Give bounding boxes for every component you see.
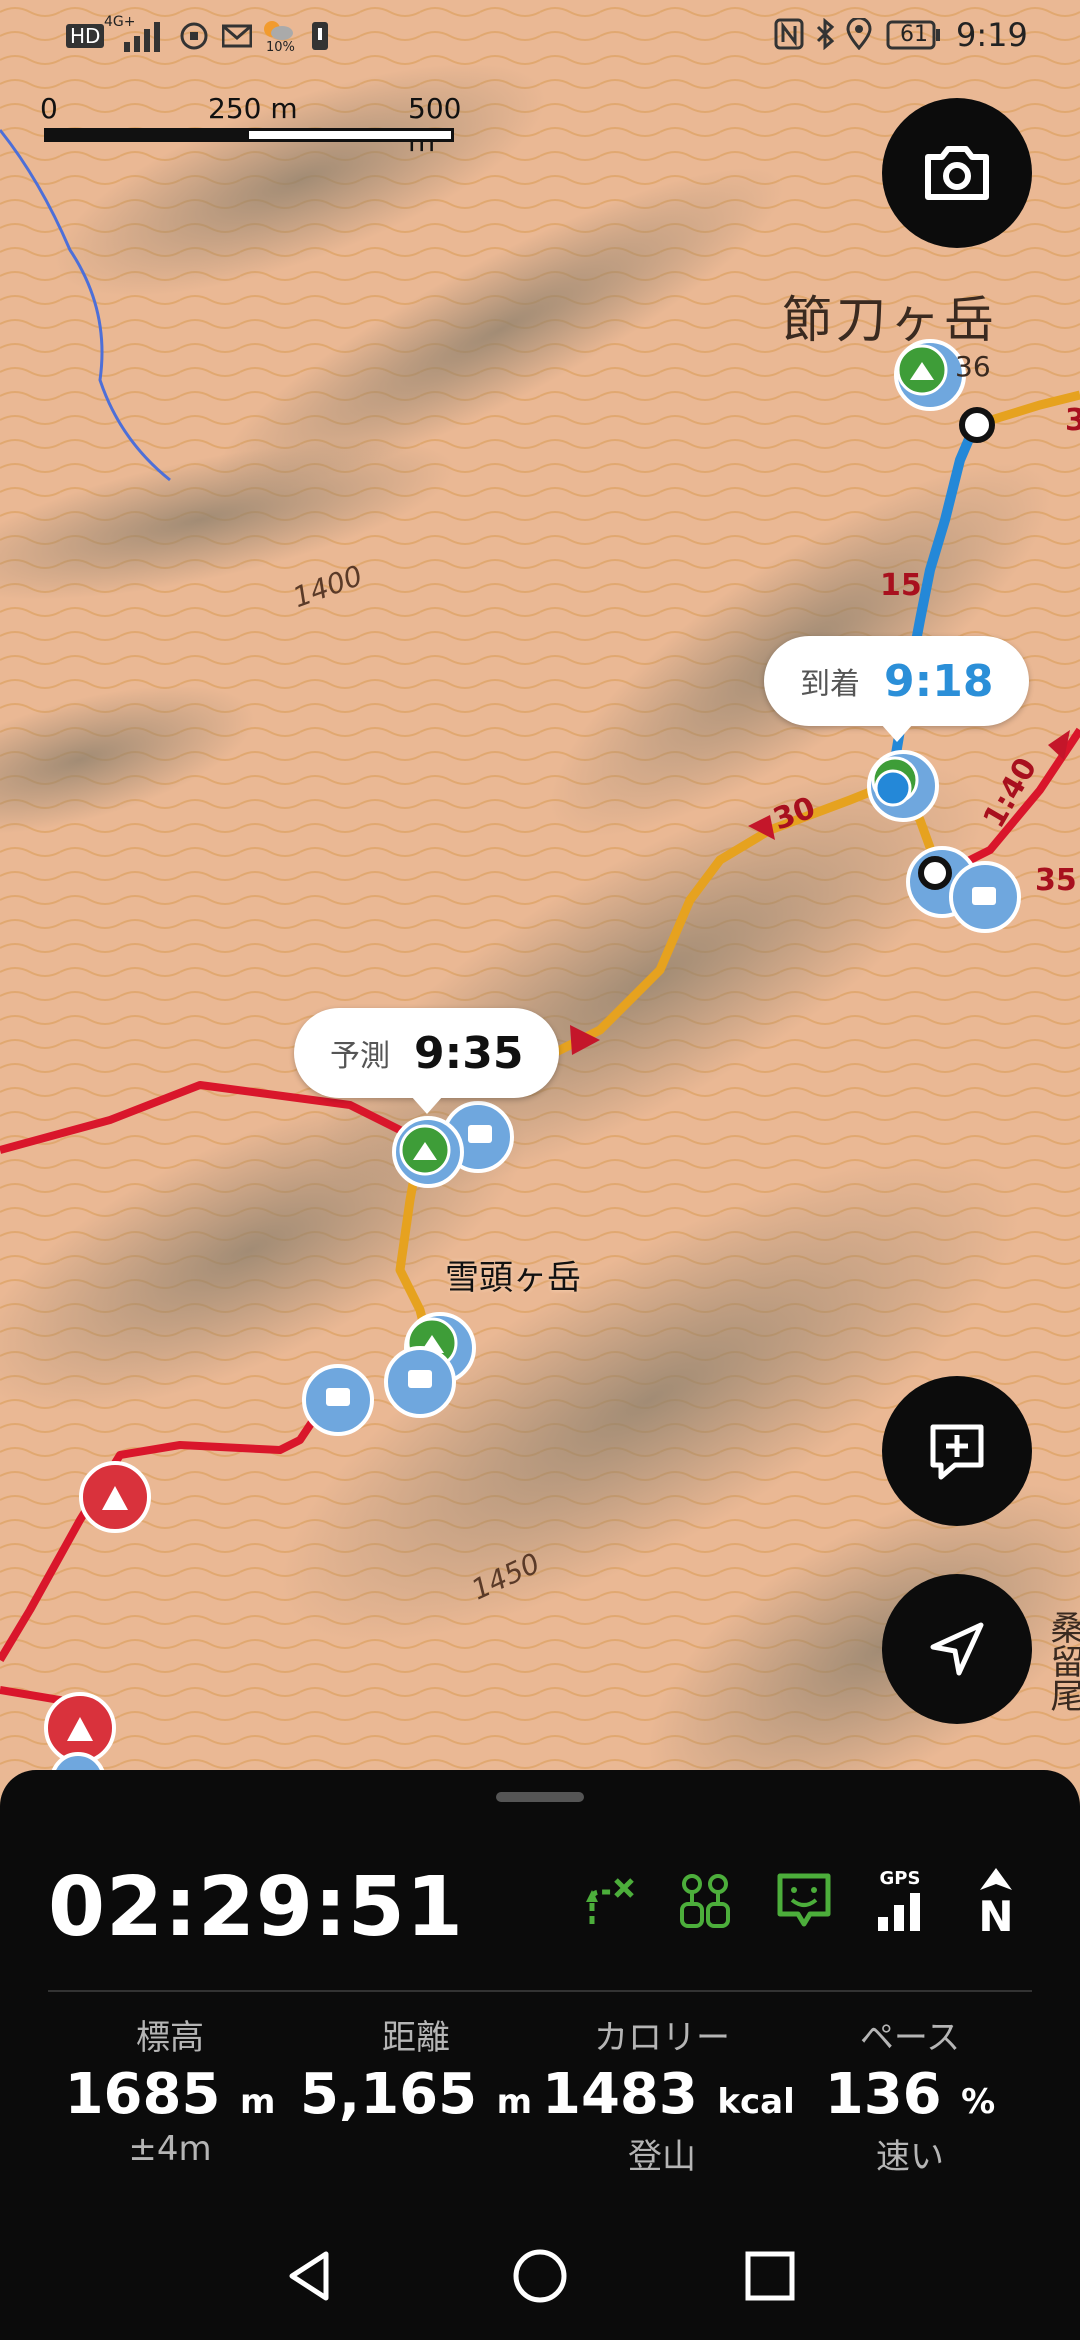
stat-sub — [296, 2129, 536, 2173]
stat-sub: 登山 — [628, 2137, 696, 2177]
stat-label: 標高 — [136, 2018, 204, 2058]
hd-badge: HD — [66, 24, 105, 48]
route-icon[interactable] — [582, 1870, 642, 1934]
panel-divider — [48, 1990, 1032, 1992]
status-bar: HD 4G+ 10% 61 9:19 — [0, 0, 1080, 70]
drag-handle[interactable] — [496, 1792, 584, 1802]
current-location-dot — [874, 769, 912, 807]
arrival-time: 9:18 — [884, 655, 994, 707]
camera-button[interactable] — [882, 98, 1032, 248]
stat-label: ペース — [859, 2018, 961, 2058]
peak-name-north: 節刀ヶ岳 — [782, 291, 998, 349]
stat-number: 1685 — [64, 2062, 221, 2127]
stat-sub: ±4m — [128, 2129, 212, 2169]
arrival-label: 到着 — [800, 667, 860, 702]
arrival-callout[interactable]: 到着 9:18 — [764, 636, 1030, 742]
weather-percent: 10% — [266, 40, 295, 55]
stat-label: カロリー — [594, 2018, 730, 2058]
home-button[interactable] — [510, 2246, 570, 2310]
stat-distance: 距離 5,165 m — [296, 2010, 536, 2173]
stat-number: 136 — [824, 2062, 942, 2127]
stat-unit: % — [961, 2082, 996, 2122]
scale-label-250: 250 m — [208, 92, 298, 125]
trail-time: 15 — [880, 568, 922, 603]
stat-calories: カロリー 1483 kcal 登山 — [542, 2010, 795, 2177]
stat-pace: ペース 136 % 速い — [790, 2010, 1030, 2177]
recents-square-icon — [745, 2251, 795, 2301]
forecast-callout[interactable]: 予測 9:35 — [294, 1008, 560, 1114]
add-comment-icon — [930, 1424, 984, 1480]
nfc-icon — [774, 18, 804, 58]
add-comment-button[interactable] — [882, 1376, 1032, 1526]
signal-icon — [124, 20, 170, 60]
scale-label-500: 500 m — [408, 92, 462, 158]
side-place-label: 桑留尾 — [1044, 1610, 1080, 1712]
trail-time: 35 — [1035, 863, 1077, 898]
forecast-label: 予測 — [330, 1039, 390, 1074]
wifi-calling-icon — [178, 20, 210, 60]
stat-number: 1483 — [542, 2062, 698, 2127]
waypoint-pins-icon[interactable] — [676, 1870, 736, 1934]
scale-label-0: 0 — [40, 92, 58, 125]
stat-label: 距離 — [382, 2018, 450, 2058]
location-icon — [846, 16, 872, 58]
peak-label-sekitougatake: 雪頭ヶ岳 — [445, 1258, 581, 1298]
scale-bar — [44, 128, 454, 142]
bluetooth-icon — [814, 17, 836, 58]
phone-icon — [310, 20, 330, 60]
trail-junction — [959, 407, 995, 443]
stat-value: 5,165 m — [296, 2062, 536, 2127]
back-triangle-icon — [289, 2251, 329, 2301]
forecast-time: 9:35 — [414, 1027, 524, 1079]
battery-level: 61 — [900, 22, 928, 47]
stat-sub: 速い — [876, 2137, 944, 2177]
stat-value: 136 % — [790, 2062, 1030, 2127]
gps-label: GPS — [879, 1868, 921, 1889]
map-scale-bar: 0 250 m 500 m — [40, 92, 461, 158]
stat-unit: m — [496, 2082, 533, 2122]
navigate-button[interactable] — [882, 1574, 1032, 1724]
recents-button[interactable] — [740, 2246, 800, 2310]
summit-elevation: 36 — [955, 350, 991, 383]
stat-unit: kcal — [717, 2082, 795, 2122]
stat-unit: m — [239, 2082, 276, 2122]
north-label: N — [978, 1892, 1014, 1941]
stat-number: 5,165 — [299, 2062, 478, 2127]
trail-time: 3 — [1065, 403, 1080, 438]
stats-panel[interactable]: 02:29:51 GPS N 標高 1685 m ±4m 距離 5,165 m … — [0, 1770, 1080, 2340]
north-arrow-icon[interactable]: N — [966, 1866, 1026, 1941]
stat-elevation: 標高 1685 m ±4m — [50, 2010, 290, 2173]
stat-value: 1483 kcal — [542, 2062, 795, 2127]
back-button[interactable] — [280, 2246, 340, 2310]
camera-icon — [925, 146, 989, 200]
navigation-arrow-icon — [930, 1622, 984, 1676]
elapsed-timer: 02:29:51 — [48, 1860, 464, 1955]
chat-face-icon[interactable] — [774, 1870, 834, 1934]
stat-value: 1685 m — [50, 2062, 290, 2127]
home-circle-icon — [513, 2249, 567, 2303]
mail-icon — [221, 22, 253, 57]
clock: 9:19 — [956, 16, 1028, 54]
gps-signal-icon[interactable]: GPS — [870, 1868, 930, 1935]
